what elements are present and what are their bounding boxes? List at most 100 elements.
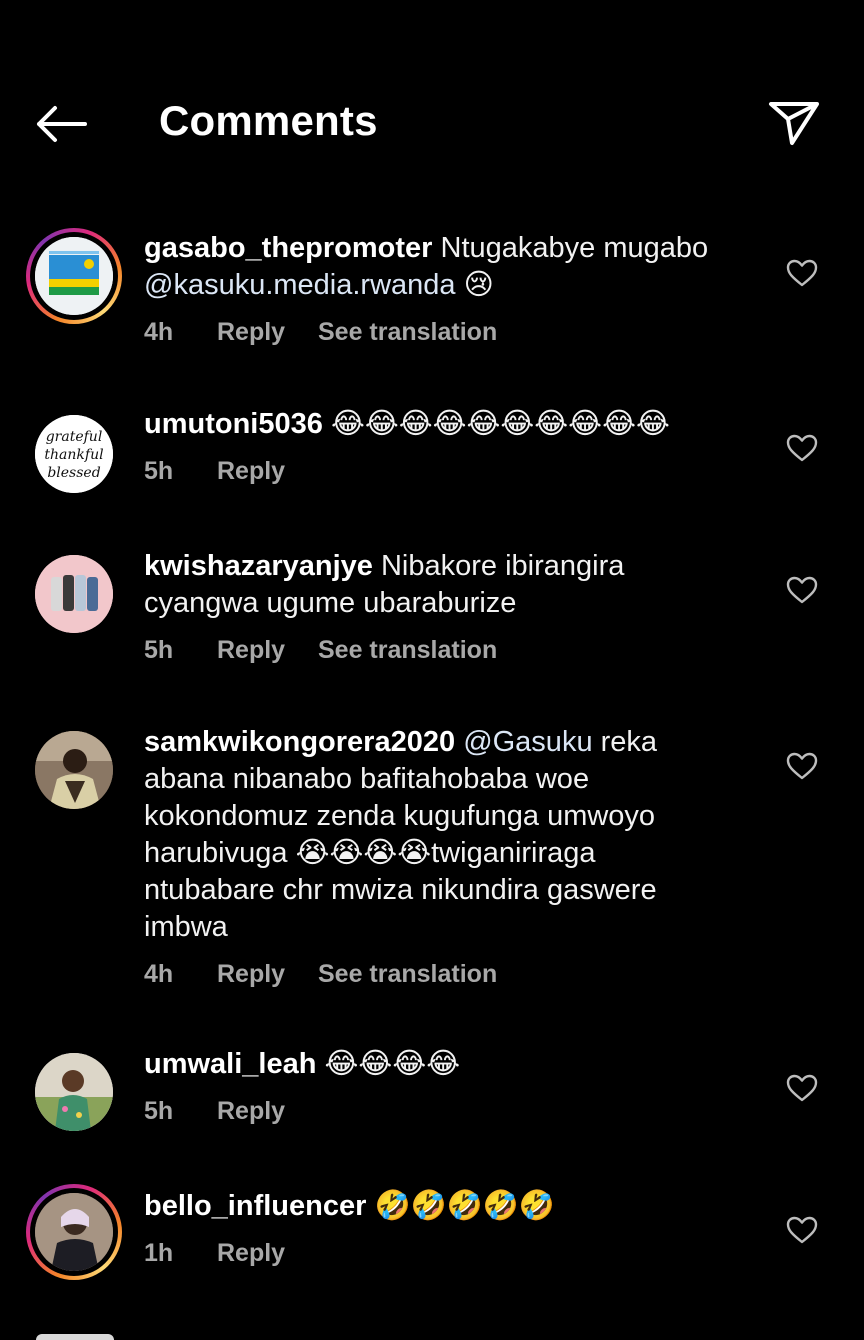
comment-body: harubivuga: [144, 837, 288, 869]
phones-image: [35, 555, 113, 633]
comment-body: ntubabare chr mwiza nikundira gaswere: [144, 874, 657, 906]
profile-photo: [35, 731, 113, 809]
see-translation-button[interactable]: See translation: [318, 632, 497, 669]
emoji: 😭: [329, 837, 364, 869]
emoji: 🤣: [446, 1190, 483, 1222]
avatar-image: grateful thankful blessed: [35, 415, 113, 493]
reply-button[interactable]: Reply: [217, 956, 318, 993]
avatar[interactable]: grateful thankful blessed: [26, 406, 122, 502]
emoji: 😂: [426, 1048, 461, 1080]
emoji: 😭: [397, 837, 432, 869]
emoji: 🤣: [482, 1190, 519, 1222]
username[interactable]: umwali_leah: [144, 1048, 316, 1080]
comment-body: imbwa: [144, 911, 228, 943]
emoji-row: 😂😂😂😂: [325, 1048, 461, 1080]
emoji: 😂: [398, 408, 433, 440]
avatar[interactable]: [26, 228, 122, 324]
reply-button[interactable]: Reply: [217, 453, 318, 490]
username[interactable]: samkwikongorera2020: [144, 726, 455, 758]
reply-button[interactable]: Reply: [217, 632, 318, 669]
emoji: 😂: [500, 408, 535, 440]
see-translation-button[interactable]: See translation: [318, 956, 497, 993]
emoji: 😂: [466, 408, 501, 440]
comment-meta: 5h Reply See translation: [144, 632, 744, 669]
username[interactable]: bello_influencer: [144, 1190, 366, 1222]
emoji: 😂: [392, 1048, 427, 1080]
emoji: 😢: [463, 269, 494, 301]
comment-meta: 5h Reply: [144, 1093, 744, 1130]
heart-icon[interactable]: [786, 1073, 818, 1103]
emoji: 😂: [432, 408, 467, 440]
comment-text: kwishazaryanjye Nibakore ibirangira cyan…: [144, 548, 744, 622]
timestamp: 5h: [144, 636, 174, 664]
svg-text:thankful: thankful: [44, 447, 103, 463]
avatar[interactable]: [26, 722, 122, 818]
svg-text:blessed: blessed: [47, 465, 100, 481]
comment-text: gasabo_thepromoter Ntugakabye mugabo @ka…: [144, 230, 744, 304]
emoji: 🤣: [374, 1190, 411, 1222]
comment-body: kokondomuz zenda kugufunga umwoyo: [144, 800, 656, 832]
emoji: 🤣: [518, 1190, 555, 1222]
see-translation-button[interactable]: See translation: [318, 314, 497, 351]
comment-text: umwali_leah 😂😂😂😂: [144, 1046, 744, 1083]
share-button[interactable]: [762, 96, 826, 150]
emoji: 😂: [635, 408, 670, 440]
timestamp: 5h: [144, 1097, 174, 1125]
username[interactable]: gasabo_thepromoter: [144, 232, 432, 264]
emoji: 😭: [295, 837, 330, 869]
svg-text:grateful: grateful: [46, 429, 103, 445]
emoji-row: 😂😂😂😂😂😂😂😂😂😂: [331, 408, 670, 440]
heart-icon[interactable]: [786, 1215, 818, 1245]
emoji: 😂: [324, 1048, 359, 1080]
mention-link[interactable]: @Gasuku: [463, 726, 592, 758]
flag-image: [35, 237, 113, 315]
profile-photo: [35, 1053, 113, 1131]
comment-meta: 1h Reply: [144, 1235, 744, 1272]
comment-body: abana nibanabo bafitahobaba woe: [144, 763, 590, 795]
timestamp: 1h: [144, 1239, 174, 1267]
back-button[interactable]: [30, 98, 92, 150]
heart-icon[interactable]: [786, 258, 818, 288]
reply-button[interactable]: Reply: [217, 1235, 318, 1272]
emoji-row: 😭😭😭😭: [296, 837, 432, 869]
profile-photo: [35, 1193, 113, 1271]
arrow-left-icon: [37, 106, 87, 142]
timestamp: 4h: [144, 318, 174, 346]
avatar[interactable]: [26, 1184, 122, 1280]
reply-button[interactable]: Reply: [217, 1093, 318, 1130]
reply-button[interactable]: Reply: [217, 314, 318, 351]
emoji: 😂: [364, 408, 399, 440]
timestamp: 4h: [144, 960, 174, 988]
avatar[interactable]: [26, 546, 122, 642]
emoji: 😭: [363, 837, 398, 869]
comment-text: umutoni5036 😂😂😂😂😂😂😂😂😂😂: [144, 406, 744, 443]
page-title: Comments: [159, 97, 378, 144]
next-comment-avatar[interactable]: [36, 1334, 114, 1340]
comment-meta: 4h Reply See translation: [144, 314, 744, 351]
heart-icon[interactable]: [786, 433, 818, 463]
emoji: 😂: [602, 408, 636, 440]
story-ring: [26, 1184, 122, 1280]
emoji: 😂: [534, 408, 569, 440]
comment-text: bello_influencer 🤣🤣🤣🤣🤣: [144, 1188, 744, 1225]
comment-meta: 5h Reply: [144, 453, 744, 490]
mention-link[interactable]: @kasuku.media.rwanda: [144, 269, 456, 301]
emoji-row: 🤣🤣🤣🤣🤣: [374, 1190, 555, 1222]
story-ring: [26, 228, 122, 324]
emoji: 😂: [330, 408, 365, 440]
emoji: 😂: [568, 408, 603, 440]
emoji: 🤣: [410, 1190, 447, 1222]
comment-body: twiganiriraga: [431, 837, 596, 869]
emoji: 😂: [358, 1048, 393, 1080]
username[interactable]: umutoni5036: [144, 408, 323, 440]
comment-text: samkwikongorera2020 @Gasuku reka abana n…: [144, 724, 744, 946]
heart-icon[interactable]: [786, 751, 818, 781]
timestamp: 5h: [144, 457, 174, 485]
top-bar: Comments: [0, 0, 864, 200]
heart-icon[interactable]: [786, 575, 818, 605]
comment-body: Ntugakabye mugabo: [440, 232, 709, 264]
comment-meta: 4h Reply See translation: [144, 956, 744, 993]
username[interactable]: kwishazaryanjye: [144, 550, 373, 582]
avatar[interactable]: [26, 1044, 122, 1140]
paper-plane-icon: [769, 102, 819, 145]
